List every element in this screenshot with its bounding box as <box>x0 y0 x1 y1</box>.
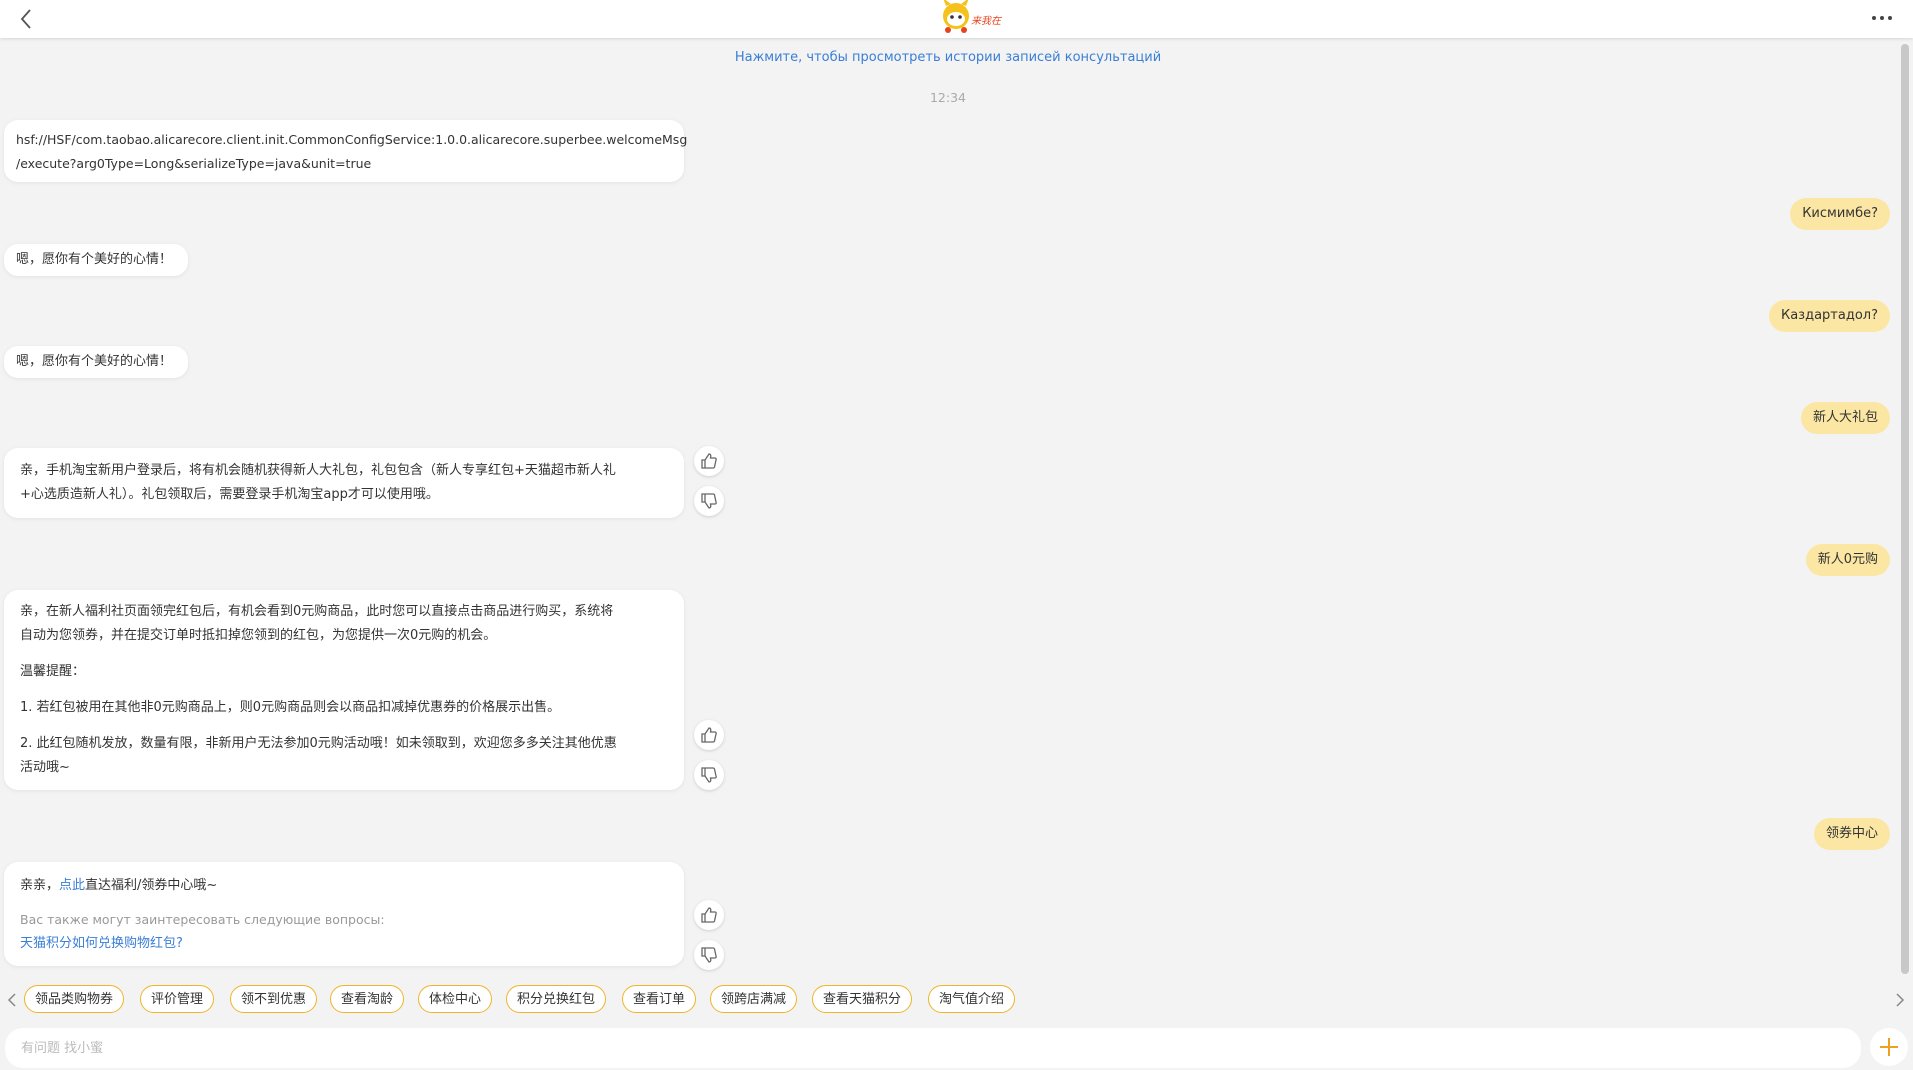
thumbs-up-icon <box>701 727 717 743</box>
user-message: 领券中心 <box>1813 818 1890 850</box>
message-line: 亲，手机淘宝新用户登录后，将有机会随机获得新人大礼包，礼包包含（新人专享红包+天… <box>20 463 616 478</box>
quick-reply-chip[interactable]: 积分兑换红包 <box>506 985 607 1013</box>
message-line: /execute?arg0Type=Long&serializeType=jav… <box>16 156 372 171</box>
thumbs-up-icon <box>701 453 717 469</box>
thumbs-up-button[interactable] <box>694 900 724 930</box>
thumbs-down-button[interactable] <box>694 486 724 516</box>
plus-icon <box>1880 1038 1898 1056</box>
user-message: Каздартадол? <box>1768 300 1890 332</box>
quick-reply-chip[interactable]: 领不到优惠 <box>230 985 318 1013</box>
scroll-right-button[interactable] <box>1890 988 1910 1012</box>
message-line: hsf://HSF/com.taobao.alicarecore.client.… <box>16 132 688 147</box>
bot-message: 亲，在新人福利社页面领完红包后，有机会看到0元购商品，此时您可以直接点击商品进行… <box>4 590 684 790</box>
message-input[interactable] <box>5 1028 1861 1068</box>
thumbs-up-button[interactable] <box>694 446 724 476</box>
thumbs-down-button[interactable] <box>694 940 724 970</box>
quick-reply-bar: 领品类购物券 评价管理 领不到优惠 查看淘龄 体检中心 积分兑换红包 查看订单 … <box>0 980 1913 1020</box>
user-message: 新人0元购 <box>1805 544 1890 576</box>
quick-reply-chip[interactable]: 领品类购物券 <box>24 985 125 1013</box>
thumbs-down-icon <box>701 947 717 963</box>
quick-reply-chip[interactable]: 领跨店满减 <box>710 985 798 1013</box>
message-text: 嗯，愿你有个美好的心情！ <box>16 252 173 267</box>
message-input-bar <box>0 1024 1913 1068</box>
quick-reply-chip[interactable]: 评价管理 <box>140 985 215 1013</box>
thumbs-up-button[interactable] <box>694 720 724 750</box>
user-message: Кисмимбе? <box>1790 198 1890 230</box>
more-horizontal-icon <box>1872 16 1892 20</box>
quick-reply-chip[interactable]: 查看天猫积分 <box>812 985 913 1013</box>
scroll-left-button[interactable] <box>2 988 22 1012</box>
bot-message: 亲亲，点此直达福利/领券中心哦~ Вас также могут заинтер… <box>4 862 684 966</box>
quick-reply-chip[interactable]: 淘气值介绍 <box>928 985 1016 1013</box>
bot-message: 嗯，愿你有个美好的心情！ <box>4 244 189 276</box>
thumbs-up-icon <box>701 907 717 923</box>
bot-message: hsf://HSF/com.taobao.alicarecore.client.… <box>4 120 688 182</box>
app-logo: 来我在 <box>936 0 1006 34</box>
bot-message: 嗯，愿你有个美好的心情！ <box>4 346 189 378</box>
chevron-right-icon <box>1896 993 1905 1007</box>
message-text: 亲亲， <box>20 878 60 893</box>
mascot-logo-icon: 来我在 <box>943 0 1003 33</box>
welfare-center-link[interactable]: 点此 <box>59 878 85 893</box>
suggested-question-link[interactable]: 天猫积分如何兑换购物红包? <box>20 932 668 956</box>
quick-reply-chip[interactable]: 查看订单 <box>622 985 697 1013</box>
chevron-left-icon <box>7 993 16 1007</box>
message-text: 直达福利/领券中心哦~ <box>85 878 218 893</box>
chat-scrollbar[interactable] <box>1900 40 1910 980</box>
quick-reply-chip[interactable]: 查看淘龄 <box>330 985 405 1013</box>
message-line: 2. 此红包随机发放，数量有限，非新用户无法参加0元购活动哦！如未领取到，欢迎您… <box>20 736 617 751</box>
message-line: 温馨提醒： <box>20 664 86 679</box>
add-button[interactable] <box>1870 1028 1908 1066</box>
message-line: 1. 若红包被用在其他非0元购商品上，则0元购商品则会以商品扣减掉优惠券的价格展… <box>20 700 561 715</box>
message-line: 活动哦~ <box>20 760 70 775</box>
message-line: +心选质造新人礼）。礼包领取后，需要登录手机淘宝app才可以使用哦。 <box>20 487 439 502</box>
thumbs-down-icon <box>701 767 717 783</box>
thumbs-down-button[interactable] <box>694 760 724 790</box>
quick-reply-chip[interactable]: 体检中心 <box>418 985 493 1013</box>
more-button[interactable] <box>1867 8 1897 28</box>
scrollbar-thumb[interactable] <box>1901 44 1909 974</box>
chevron-left-icon <box>20 9 31 29</box>
message-line: 亲，在新人福利社页面领完红包后，有机会看到0元购商品，此时您可以直接点击商品进行… <box>20 604 614 619</box>
message-text: 嗯，愿你有个美好的心情！ <box>16 354 173 369</box>
message-timestamp: 12:34 <box>929 90 967 105</box>
user-message: 新人大礼包 <box>1800 402 1890 434</box>
history-link[interactable]: Нажмите, чтобы просмотреть истории запис… <box>0 50 1896 65</box>
thumbs-down-icon <box>701 493 717 509</box>
suggested-questions-title: Вас также могут заинтересовать следующие… <box>20 912 385 927</box>
chat-area: Нажмите, чтобы просмотреть истории запис… <box>0 38 1896 978</box>
top-bar: 来我在 <box>0 0 1913 38</box>
back-button[interactable] <box>14 6 40 32</box>
bot-message: 亲，手机淘宝新用户登录后，将有机会随机获得新人大礼包，礼包包含（新人专享红包+天… <box>4 448 684 518</box>
message-line: 自动为您领券，并在提交订单时抵扣掉您领到的红包，为您提供一次0元购的机会。 <box>20 628 497 643</box>
message-line: 亲亲，点此直达福利/领券中心哦~ <box>20 874 668 898</box>
logo-text: 来我在 <box>971 15 1003 27</box>
